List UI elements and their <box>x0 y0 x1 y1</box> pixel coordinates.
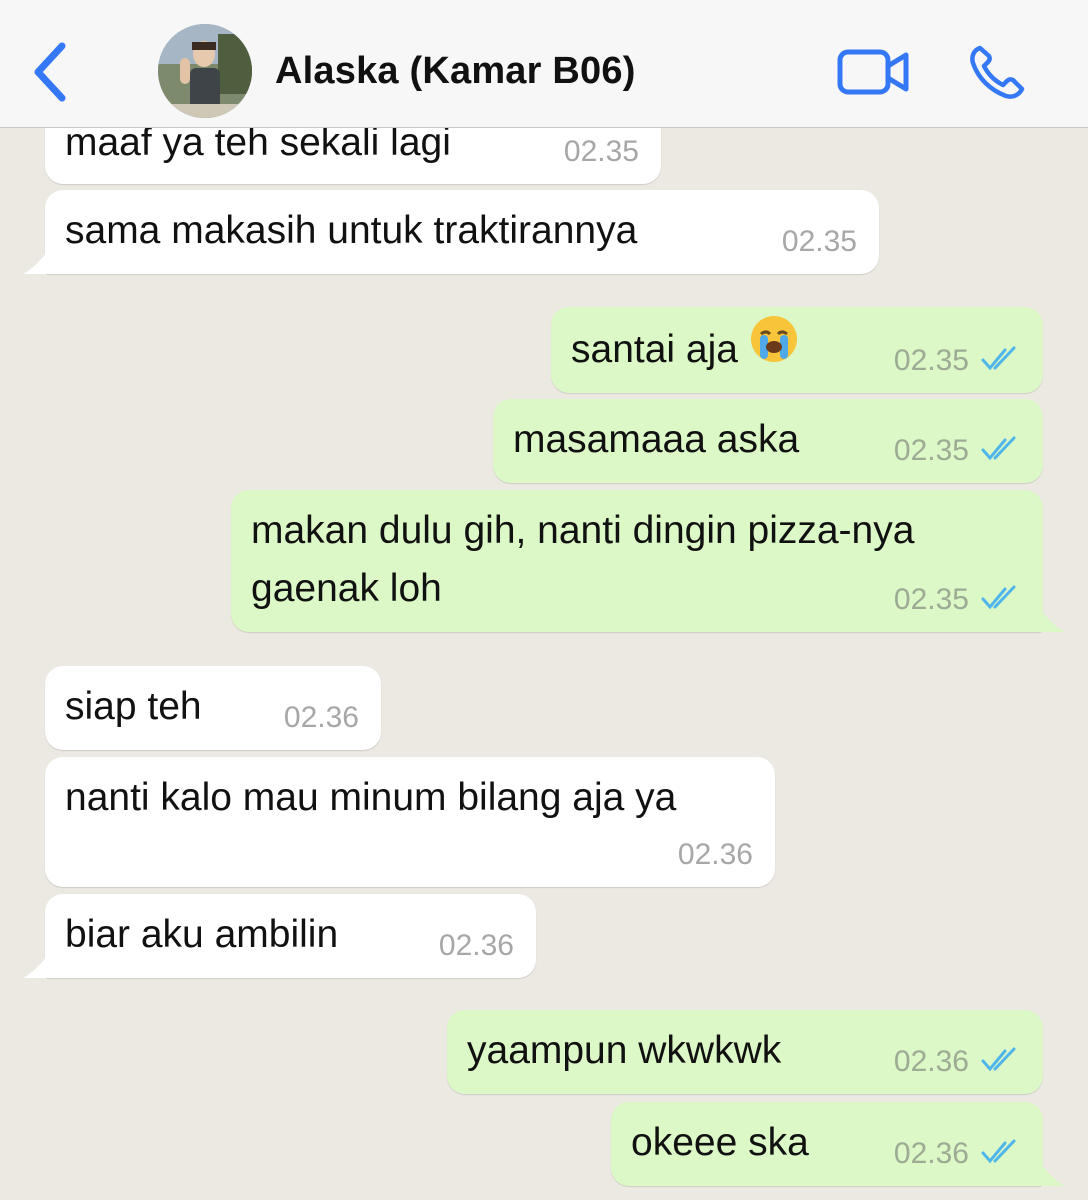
message-time: 02.36 <box>893 1045 969 1078</box>
avatar[interactable] <box>158 24 252 118</box>
message-text: biar aku ambilin <box>65 913 339 956</box>
chat-header: Alaska (Kamar B06) <box>0 0 1088 128</box>
message-bubble-incoming[interactable]: nanti kalo mau minum bilang aja ya 02.36 <box>45 757 775 887</box>
message-bubble-outgoing[interactable]: yaampun wkwkwk 02.36 <box>447 1010 1043 1094</box>
message-time: 02.35 <box>893 434 969 467</box>
message-time: 02.35 <box>781 225 857 258</box>
message-text: santai aja <box>571 316 799 381</box>
message-meta: 02.35 <box>894 582 1021 618</box>
message-text: yaampun wkwkwk <box>467 1029 782 1072</box>
message-bubble-incoming[interactable]: sama makasih untuk traktirannya 02.35 <box>23 190 879 274</box>
read-ticks-icon <box>981 346 1016 371</box>
read-ticks-icon <box>981 1047 1016 1072</box>
bubble-tail <box>1041 1164 1065 1186</box>
message-text-line-1: makan dulu gih, nanti dingin pizza-nya <box>251 509 915 552</box>
phone-icon[interactable] <box>966 42 1030 102</box>
message-meta: 02.36 <box>894 1136 1021 1172</box>
message-time: 02.36 <box>438 929 514 962</box>
message-bubble-outgoing[interactable]: santai aja 02.35 <box>551 307 1043 393</box>
message-bubble-outgoing[interactable]: okeee ska 02.36 <box>611 1102 1065 1186</box>
message-time: 02.36 <box>677 838 753 871</box>
read-ticks-icon <box>981 1139 1016 1164</box>
avatar-photo-icon <box>158 24 252 118</box>
chat-area[interactable]: maaf ya teh sekali lagi 02.35 sama makas… <box>0 0 1088 1200</box>
message-text: okeee ska <box>631 1121 809 1164</box>
message-meta: 02.35 <box>894 433 1021 469</box>
message-time: 02.36 <box>893 1137 969 1170</box>
message-meta: 02.35 <box>894 343 1021 379</box>
message-bubble-outgoing[interactable]: masamaaa aska 02.35 <box>493 399 1043 483</box>
read-ticks-icon <box>981 436 1016 461</box>
video-call-icon[interactable] <box>836 46 910 98</box>
message-time: 02.35 <box>893 344 969 377</box>
crying-emoji-icon <box>749 314 799 381</box>
bubble-tail <box>23 252 47 274</box>
message-time: 02.35 <box>563 135 639 168</box>
message-text: sama makasih untuk traktirannya <box>65 209 638 252</box>
contact-name[interactable]: Alaska (Kamar B06) <box>275 50 636 93</box>
bubble-tail <box>1041 610 1065 632</box>
message-bubble-outgoing[interactable]: makan dulu gih, nanti dingin pizza-nya g… <box>231 490 1065 632</box>
message-text-line-2: gaenak loh <box>251 567 442 610</box>
message-time: 02.35 <box>893 583 969 616</box>
message-text-content: santai aja <box>571 328 738 371</box>
message-text: siap teh <box>65 685 202 728</box>
message-time: 02.36 <box>283 701 359 734</box>
message-text: masamaaa aska <box>513 418 800 461</box>
read-ticks-icon <box>981 585 1016 610</box>
message-text: nanti kalo mau minum bilang aja ya <box>65 776 677 819</box>
bubble-tail <box>23 956 47 978</box>
message-meta: 02.36 <box>894 1044 1021 1080</box>
message-bubble-incoming[interactable]: biar aku ambilin 02.36 <box>23 894 536 978</box>
back-chevron-icon[interactable] <box>26 38 76 106</box>
message-bubble-incoming[interactable]: siap teh 02.36 <box>45 666 381 750</box>
